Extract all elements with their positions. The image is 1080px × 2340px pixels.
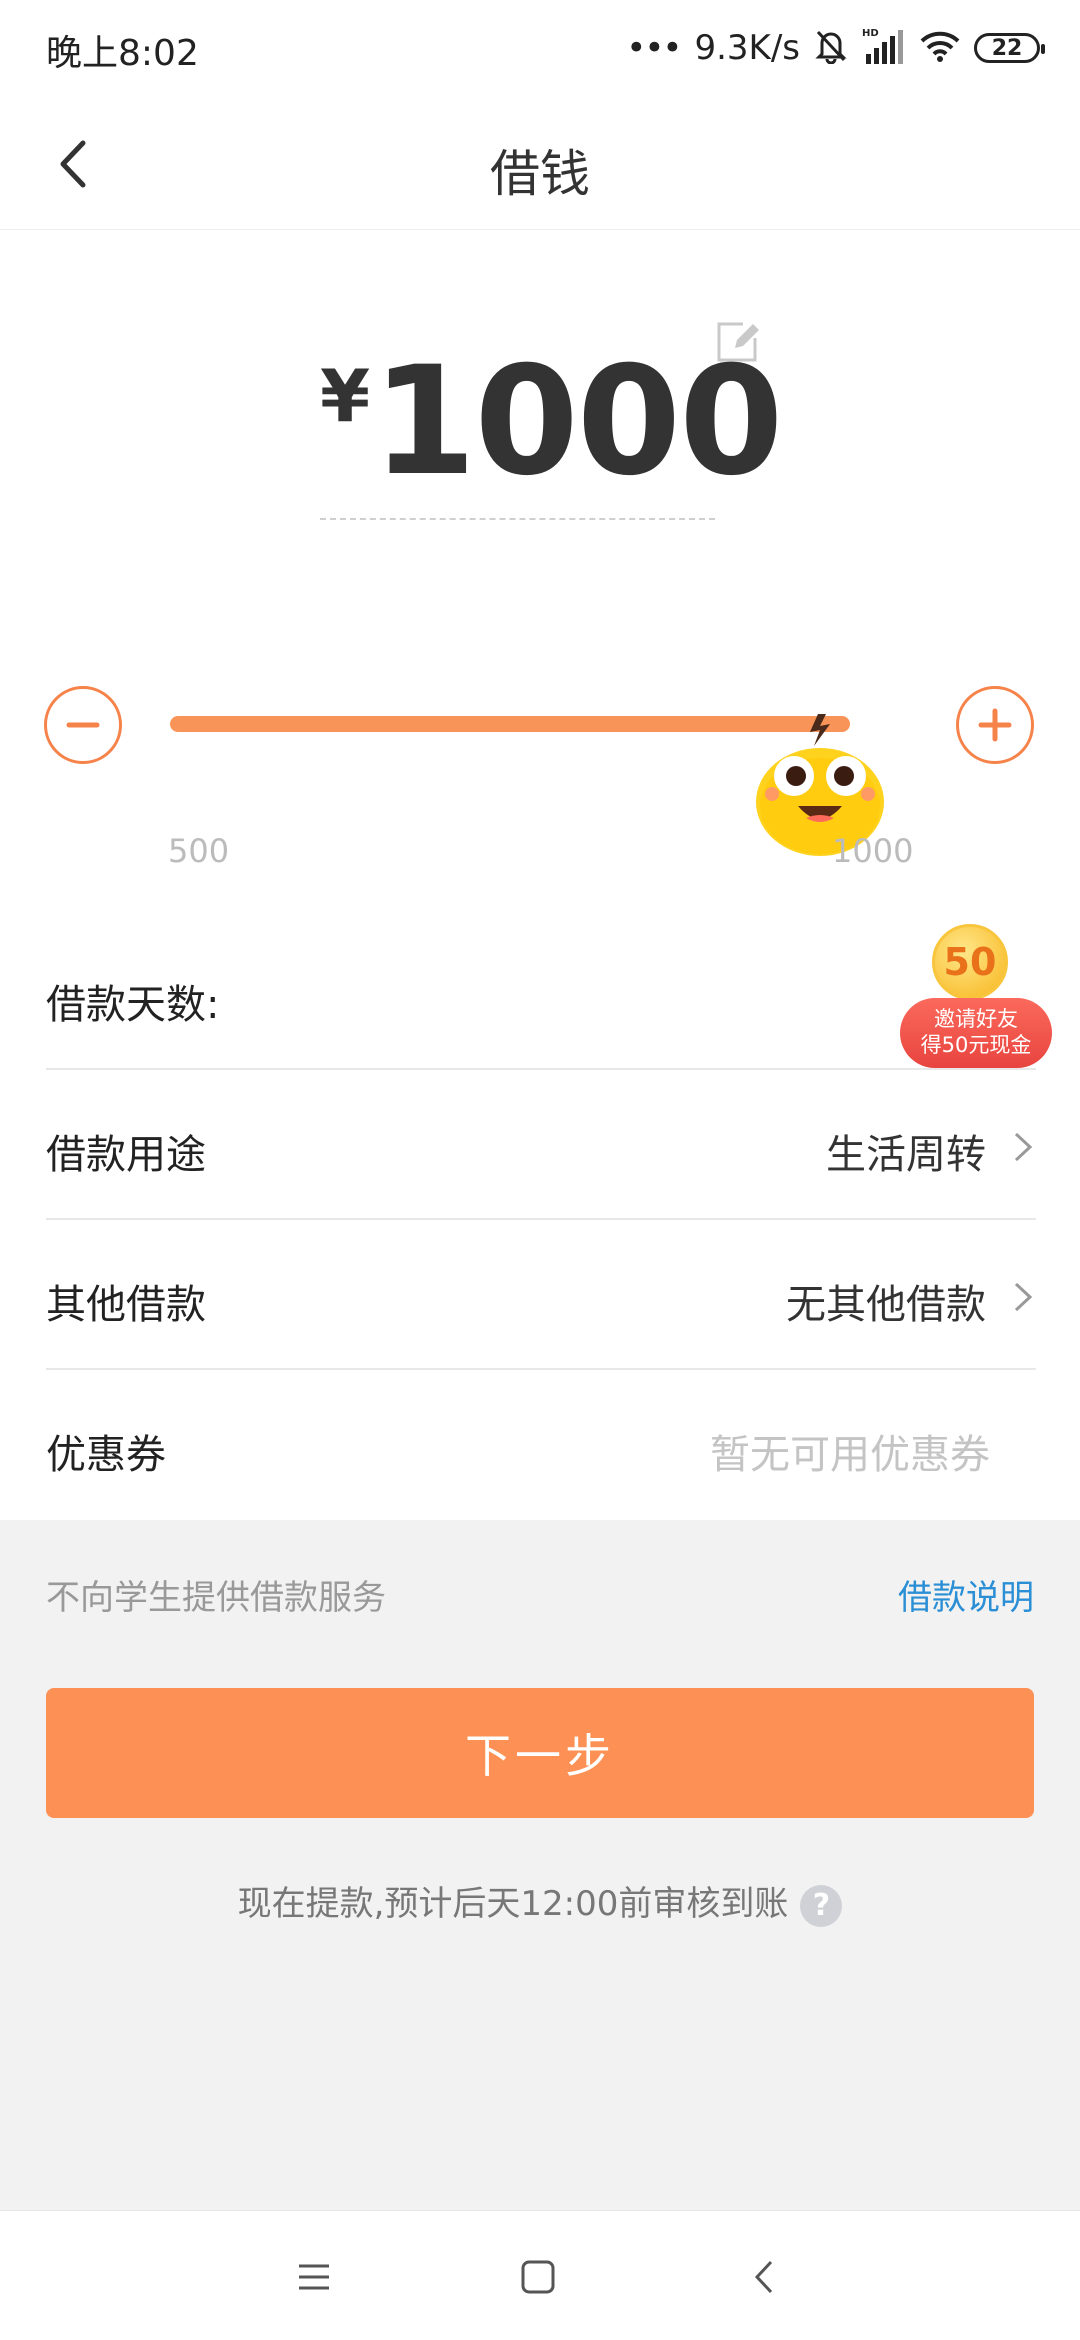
- coupon-label: 优惠券: [46, 1432, 166, 1478]
- help-icon[interactable]: ?: [800, 1884, 843, 1927]
- menu-icon: [299, 2264, 329, 2290]
- arrival-estimate: 现在提款,预计后天12:00前审核到账?: [0, 1876, 1080, 1927]
- system-back-button[interactable]: [734, 2247, 794, 2307]
- chevron-right-icon: [1014, 1132, 1033, 1162]
- loan-days-row[interactable]: 借款天数:: [46, 920, 1036, 1070]
- slider-track[interactable]: [170, 714, 884, 856]
- currency-symbol: ¥: [320, 354, 371, 438]
- back-triangle-icon: [754, 2260, 773, 2294]
- loan-explanation-link[interactable]: 借款说明: [898, 1570, 1034, 1619]
- home-button[interactable]: [508, 2247, 568, 2307]
- invite-line2: 得50元现金: [920, 1033, 1032, 1058]
- other-loans-label: 其他借款: [46, 1282, 206, 1328]
- page-title: 借钱: [490, 145, 590, 203]
- coupon-row[interactable]: 优惠券 暂无可用优惠券: [46, 1370, 1036, 1520]
- decrease-button[interactable]: [44, 686, 122, 764]
- amount-slider: [0, 650, 1080, 856]
- coupon-value: 暂无可用优惠券: [710, 1432, 990, 1478]
- slider-max-label: 1000: [832, 832, 914, 870]
- svg-text:HD: HD: [862, 28, 879, 39]
- system-nav-bar: [0, 2210, 1080, 2340]
- mute-bell-icon: [814, 28, 848, 68]
- coin-icon: 50: [932, 924, 1008, 1000]
- edit-icon[interactable]: [713, 318, 761, 366]
- status-icons: ••• 9.3K/s HD 22: [626, 22, 1045, 74]
- loan-purpose-label: 借款用途: [46, 1132, 206, 1178]
- next-step-button[interactable]: 下一步: [46, 1688, 1034, 1818]
- more-dots-icon: •••: [626, 28, 682, 68]
- invite-line1: 邀请好友: [934, 1007, 1018, 1031]
- nav-bar: 借钱: [0, 96, 1080, 230]
- signal-hd-icon: HD: [862, 26, 906, 70]
- menu-button[interactable]: [284, 2247, 344, 2307]
- amount-display[interactable]: ¥ 1000: [320, 340, 783, 520]
- loan-form: ¥ 1000 500 1000 借款天数: 借款用途 生活周转 其他借款 无其他…: [0, 230, 1080, 1520]
- slider-fill: [170, 716, 850, 732]
- arrival-estimate-text: 现在提款,预计后天12:00前审核到账: [237, 1884, 789, 1924]
- loan-days-label: 借款天数:: [46, 982, 220, 1028]
- other-loans-value: 无其他借款: [786, 1282, 986, 1328]
- network-speed: 9.3K/s: [694, 28, 800, 68]
- plus-icon: [978, 708, 1012, 742]
- student-notice: 不向学生提供借款服务: [46, 1578, 386, 1618]
- minus-icon: [66, 722, 100, 728]
- loan-purpose-row[interactable]: 借款用途 生活周转: [46, 1070, 1036, 1220]
- invite-friends-badge[interactable]: 50 邀请好友 得50元现金: [900, 920, 1055, 1070]
- status-bar: 晚上8:02 ••• 9.3K/s HD 22: [0, 0, 1080, 96]
- chevron-right-icon: [1014, 1282, 1033, 1312]
- invite-pill: 邀请好友 得50元现金: [900, 998, 1052, 1068]
- status-time: 晚上8:02: [46, 33, 199, 74]
- other-loans-row[interactable]: 其他借款 无其他借款: [46, 1220, 1036, 1370]
- slider-min-label: 500: [168, 832, 230, 870]
- battery-icon: 22: [974, 33, 1045, 63]
- increase-button[interactable]: [956, 686, 1034, 764]
- loan-purpose-value: 生活周转: [826, 1132, 986, 1178]
- wifi-icon: [920, 29, 960, 67]
- home-square-icon: [521, 2260, 555, 2294]
